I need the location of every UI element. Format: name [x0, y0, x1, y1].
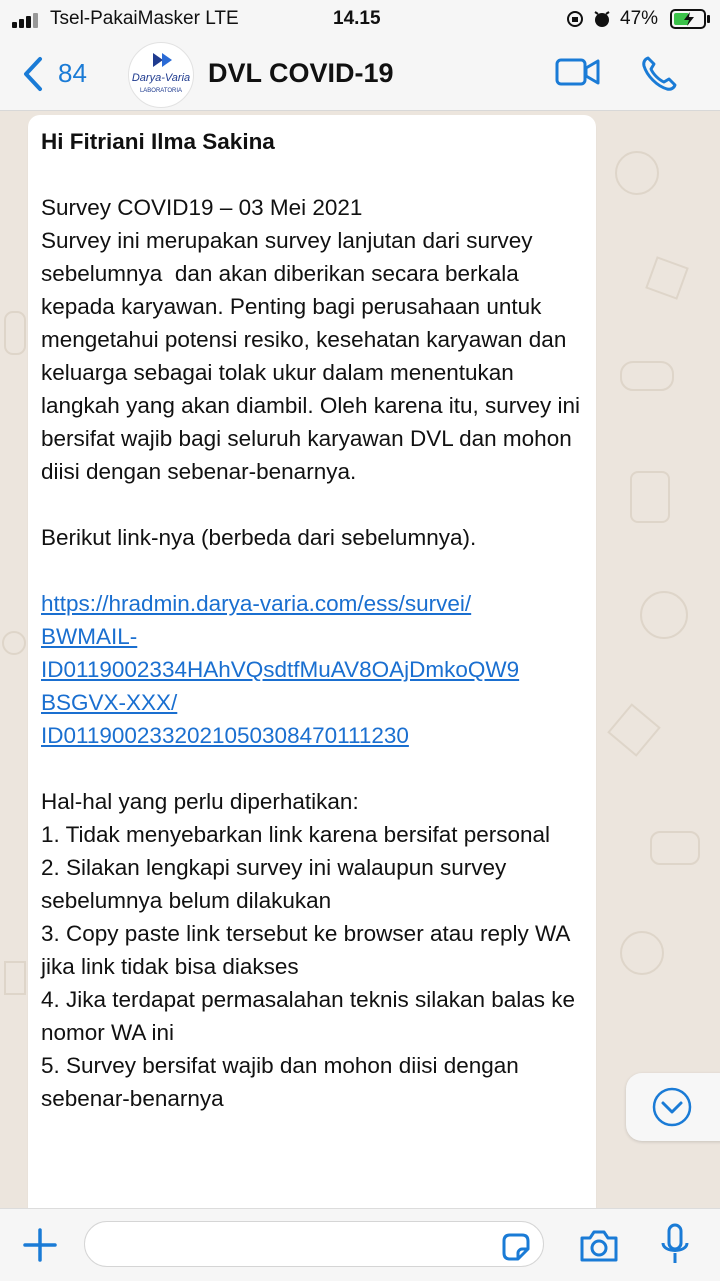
message-notes: Hal-hal yang perlu diperhatikan: 1. Tida…: [41, 789, 576, 1111]
message-bubble[interactable]: Hi Fitriani Ilma Sakina Survey COVID19 –…: [28, 115, 596, 1208]
orientation-lock-icon: [567, 11, 583, 27]
wallpaper-doodle: [640, 591, 688, 639]
wallpaper-doodle: [607, 703, 661, 757]
darya-varia-logo-icon: Darya-Varia LABORATORIA: [132, 53, 190, 94]
clock: 14.15: [333, 8, 381, 29]
message-input[interactable]: [84, 1221, 544, 1267]
message-text: Hi Fitriani Ilma Sakina Survey COVID19 –…: [41, 125, 586, 1115]
plus-icon[interactable]: [22, 1227, 58, 1263]
svg-text:Darya-Varia: Darya-Varia: [132, 72, 190, 84]
wallpaper-doodle: [4, 311, 26, 355]
unread-count[interactable]: 84: [58, 58, 87, 89]
wallpaper-doodle: [650, 831, 700, 865]
message-greeting: Hi Fitriani Ilma Sakina: [41, 129, 275, 154]
wallpaper-doodle: [620, 931, 664, 975]
microphone-icon[interactable]: [660, 1223, 690, 1267]
avatar[interactable]: Darya-Varia LABORATORIA: [128, 42, 194, 108]
carrier-label: Tsel-PakaiMasker LTE: [50, 8, 239, 29]
battery-percent: 47%: [620, 8, 659, 29]
wallpaper-doodle: [4, 961, 26, 995]
sticker-icon[interactable]: [500, 1231, 532, 1263]
wallpaper-doodle: [645, 256, 689, 300]
message-body: Survey COVID19 – 03 Mei 2021 Survey ini …: [41, 195, 581, 550]
survey-link[interactable]: https://hradmin.darya-varia.com/ess/surv…: [41, 591, 519, 748]
signal-icon: [12, 12, 42, 28]
wallpaper-doodle: [630, 471, 670, 523]
wallpaper-doodle: [615, 151, 659, 195]
input-bar: [0, 1208, 720, 1281]
alarm-icon: [594, 11, 610, 27]
chat-area[interactable]: Hi Fitriani Ilma Sakina Survey COVID19 –…: [0, 111, 720, 1208]
back-chevron-icon[interactable]: [22, 56, 44, 92]
scroll-to-bottom-button[interactable]: [626, 1073, 720, 1141]
chevron-down-icon: [652, 1087, 692, 1127]
svg-text:LABORATORIA: LABORATORIA: [140, 88, 182, 94]
status-bar: Tsel-PakaiMasker LTE 14.15 47%: [0, 0, 720, 38]
voice-call-icon[interactable]: [640, 54, 680, 94]
battery-icon: [670, 9, 710, 29]
video-call-icon[interactable]: [555, 56, 601, 88]
chat-header: 84 Darya-Varia LABORATORIA DVL COVID-19: [0, 38, 720, 111]
wallpaper-doodle: [2, 631, 26, 655]
wallpaper-doodle: [620, 361, 674, 391]
camera-icon[interactable]: [578, 1229, 620, 1263]
chat-title[interactable]: DVL COVID-19: [208, 58, 394, 89]
